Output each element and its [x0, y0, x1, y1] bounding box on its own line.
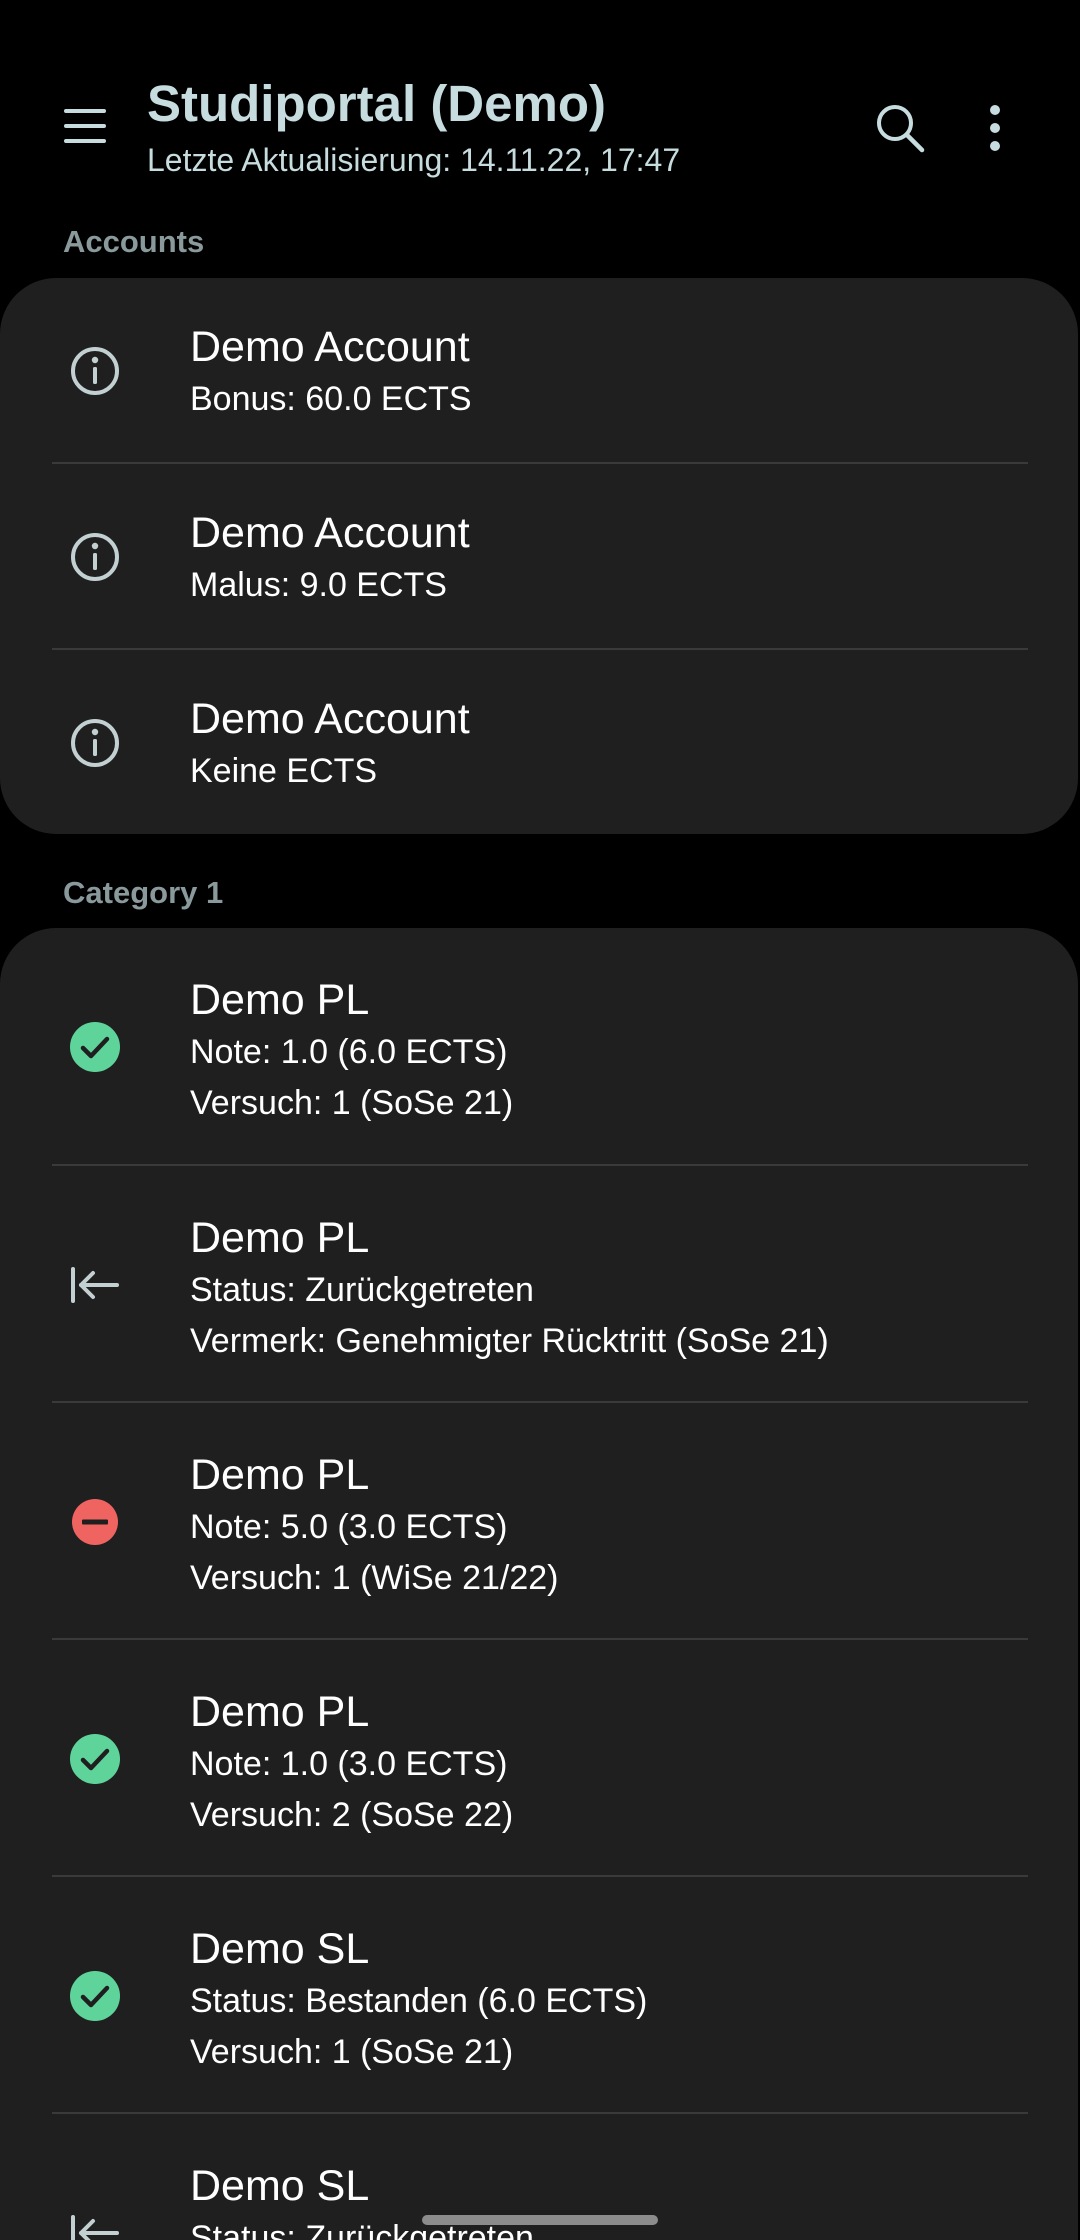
accounts-card: Demo Account Bonus: 60.0 ECTS Demo Accou…	[0, 278, 1078, 834]
list-item[interactable]: Demo SL Status: Bestanden (6.0 ECTS) Ver…	[0, 1877, 1078, 2114]
failed-minus-circle-icon	[66, 1493, 124, 1551]
item-status: Status: Zurückgetreten	[190, 1271, 534, 1309]
item-title: Demo PL	[190, 1451, 370, 1499]
item-note: Vermerk: Genehmigter Rücktritt (SoSe 21)	[190, 1322, 829, 1360]
list-item[interactable]: Demo Account Keine ECTS	[0, 650, 1078, 834]
item-title: Demo PL	[190, 1688, 370, 1736]
item-attempt: Versuch: 1 (WiSe 21/22)	[190, 1559, 559, 1597]
item-title: Demo SL	[190, 2162, 370, 2210]
item-detail: Malus: 9.0 ECTS	[190, 566, 447, 604]
item-title: Demo Account	[190, 509, 470, 557]
item-title: Demo Account	[190, 323, 470, 371]
list-item[interactable]: Demo Account Malus: 9.0 ECTS	[0, 464, 1078, 650]
list-item[interactable]: Demo PL Note: 1.0 (6.0 ECTS) Versuch: 1 …	[0, 928, 1078, 1166]
section-header-category-1: Category 1	[63, 875, 224, 910]
list-item[interactable]: Demo PL Status: Zurückgetreten Vermerk: …	[0, 1166, 1078, 1403]
item-grade: Note: 5.0 (3.0 ECTS)	[190, 1508, 508, 1546]
list-item[interactable]: Demo PL Note: 1.0 (3.0 ECTS) Versuch: 2 …	[0, 1640, 1078, 1877]
search-icon[interactable]	[860, 88, 940, 168]
item-grade: Note: 1.0 (3.0 ECTS)	[190, 1745, 508, 1783]
top-app-bar: Studiportal (Demo) Letzte Aktualisierung…	[0, 0, 1080, 210]
section-header-accounts: Accounts	[63, 224, 205, 259]
item-detail: Bonus: 60.0 ECTS	[190, 380, 472, 418]
item-attempt: Versuch: 1 (SoSe 21)	[190, 1084, 514, 1122]
item-status: Status: Bestanden (6.0 ECTS)	[190, 1982, 648, 2020]
item-grade: Note: 1.0 (6.0 ECTS)	[190, 1033, 508, 1071]
item-detail: Keine ECTS	[190, 752, 378, 790]
list-item[interactable]: Demo PL Note: 5.0 (3.0 ECTS) Versuch: 1 …	[0, 1403, 1078, 1640]
list-item[interactable]: Demo Account Bonus: 60.0 ECTS	[0, 278, 1078, 464]
hamburger-menu-icon[interactable]	[40, 86, 130, 166]
item-title: Demo Account	[190, 695, 470, 743]
info-icon	[66, 714, 124, 772]
item-title: Demo SL	[190, 1925, 370, 1973]
check-circle-icon	[66, 1967, 124, 2025]
title-block: Studiportal (Demo) Letzte Aktualisierung…	[147, 72, 680, 179]
item-title: Demo PL	[190, 976, 370, 1024]
item-title: Demo PL	[190, 1214, 370, 1262]
info-icon	[66, 342, 124, 400]
item-attempt: Versuch: 1 (SoSe 21)	[190, 2033, 514, 2071]
last-update-text: Letzte Aktualisierung: 14.11.22, 17:47	[147, 142, 681, 178]
withdrawn-arrow-icon	[66, 2204, 124, 2240]
more-vert-icon[interactable]	[955, 88, 1035, 168]
check-circle-icon	[66, 1018, 124, 1076]
app-screen: Studiportal (Demo) Letzte Aktualisierung…	[0, 0, 1080, 2240]
item-attempt: Versuch: 2 (SoSe 22)	[190, 1796, 514, 1834]
category-1-card: Demo PL Note: 1.0 (6.0 ECTS) Versuch: 1 …	[0, 928, 1078, 2240]
withdrawn-arrow-icon	[66, 1256, 124, 1314]
info-icon	[66, 528, 124, 586]
page-title: Studiportal (Demo)	[147, 75, 606, 132]
gesture-nav-handle[interactable]	[422, 2215, 658, 2225]
check-circle-icon	[66, 1730, 124, 1788]
